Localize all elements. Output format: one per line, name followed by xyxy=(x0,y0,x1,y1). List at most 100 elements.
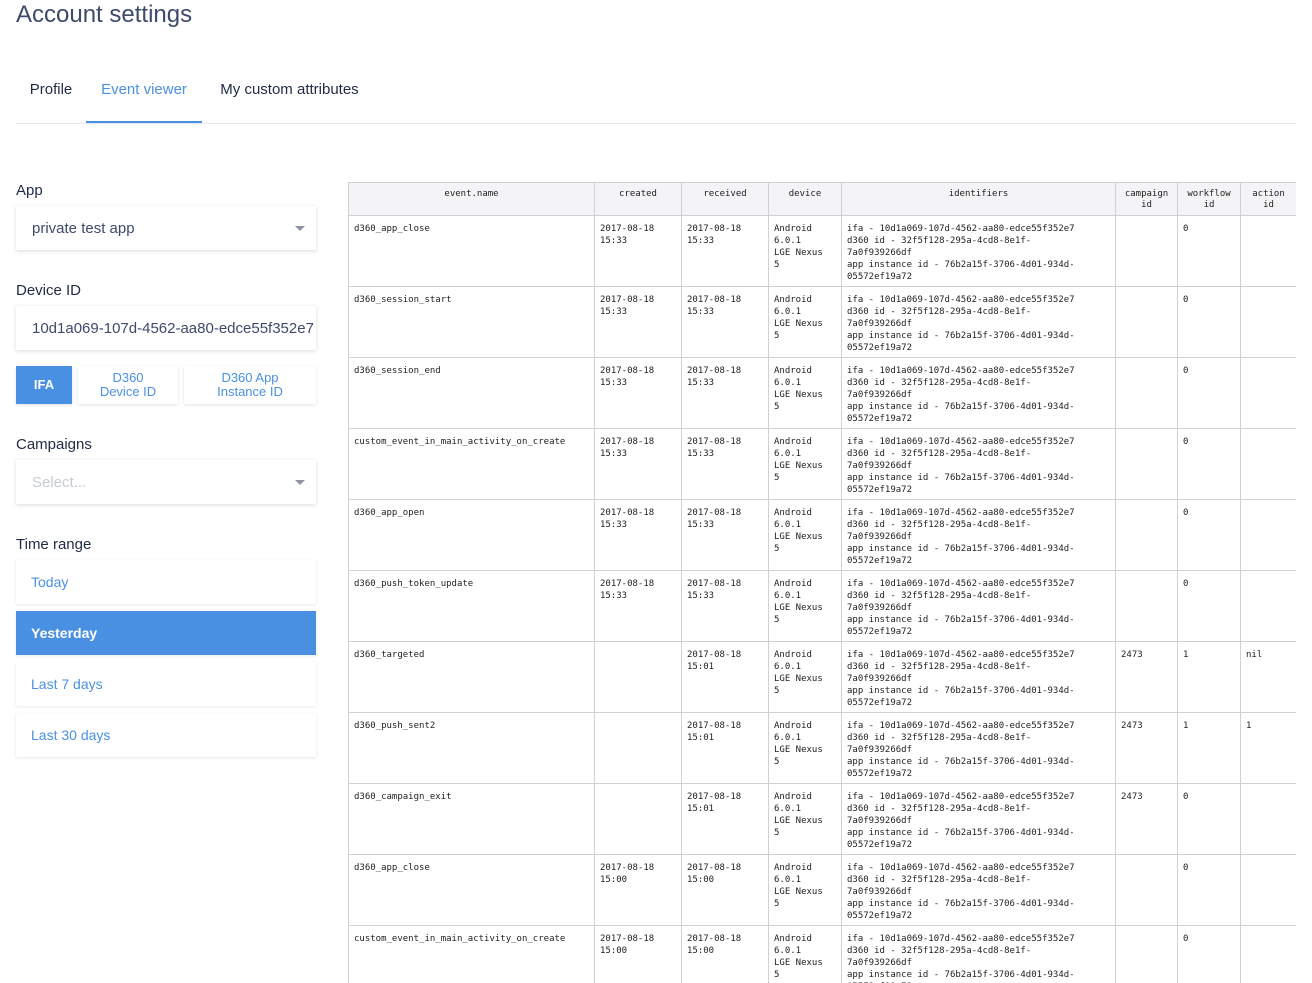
action-id-cell xyxy=(1240,854,1296,926)
identifier-line: 05572ef19a72 xyxy=(847,769,913,779)
device-cell: Android 6.0.1 LGE Nexus 5 xyxy=(768,712,842,784)
identifier-line: ifa - 10d1a069-107d-4562-aa80-edce55f352… xyxy=(847,579,1075,589)
identifier-line: app instance id - 76b2a15f-3706-4d01-934… xyxy=(847,615,1075,625)
identifier-line: 05572ef19a72 xyxy=(847,911,913,921)
created-time: 15:00 xyxy=(600,875,628,885)
time-range-last-7-days[interactable]: Last 7 days xyxy=(16,662,316,706)
column-header-text: id xyxy=(1203,200,1215,210)
table-row[interactable]: d360_campaign_exit 2017-08-18 15:01 Android… xyxy=(348,783,1296,855)
device-line: Android xyxy=(774,792,812,802)
table-row[interactable]: custom_event_in_main_activity_on_create 2… xyxy=(348,925,1296,983)
created-cell: 2017-08-18 15:33 xyxy=(594,357,682,429)
app-select[interactable]: private test app xyxy=(16,206,316,250)
received-time: 15:33 xyxy=(687,307,715,317)
time-range-today[interactable]: Today xyxy=(16,560,316,604)
time-range-label: Time range xyxy=(16,536,92,553)
table-row[interactable]: custom_event_in_main_activity_on_create 2… xyxy=(348,428,1296,500)
created-time: 15:33 xyxy=(600,378,628,388)
page-title: Account settings xyxy=(16,1,193,28)
device-line: LGE Nexus xyxy=(774,532,823,542)
created-time: 15:33 xyxy=(600,449,628,459)
campaigns-select[interactable]: Select... xyxy=(16,460,316,504)
created-time: 15:33 xyxy=(600,520,628,530)
device-line: 6.0.1 xyxy=(774,591,802,601)
identifier-line: app instance id - 76b2a15f-3706-4d01-934… xyxy=(847,331,1075,341)
event-table-container[interactable]: event.name created received device identifie… xyxy=(348,182,1296,983)
received-time: 15:00 xyxy=(687,875,715,885)
table-row[interactable]: d360_push_sent2 2017-08-18 15:01 Android 6.0… xyxy=(348,712,1296,784)
identifiers-cell: ifa - 10d1a069-107d-4562-aa80-edce55f352… xyxy=(841,428,1116,500)
received-date: 2017-08-18 xyxy=(687,650,742,660)
identifier-line: 7a0f939266df xyxy=(847,248,913,258)
created-cell: 2017-08-18 15:33 xyxy=(594,570,682,642)
campaign-id-cell xyxy=(1115,499,1178,571)
identifier-line: 7a0f939266df xyxy=(847,603,913,613)
identifier-line: 7a0f939266df xyxy=(847,674,913,684)
device-cell: Android 6.0.1 LGE Nexus 5 xyxy=(768,570,842,642)
received-cell: 2017-08-18 15:33 xyxy=(681,570,769,642)
received-date: 2017-08-18 xyxy=(687,792,742,802)
identifier-line: d360 id - 32f5f128-295a-4cd8-8e1f- xyxy=(847,520,1032,530)
identifier-line: ifa - 10d1a069-107d-4562-aa80-edce55f352… xyxy=(847,437,1075,447)
device-line: 6.0.1 xyxy=(774,449,802,459)
column-header-event-name: event.name xyxy=(348,182,595,216)
table-row[interactable]: d360_push_token_update 2017-08-18 15:33 201… xyxy=(348,570,1296,642)
event-name-cell: d360_app_close xyxy=(348,215,595,287)
device-line: Android xyxy=(774,650,812,660)
event-name-cell: custom_event_in_main_activity_on_create xyxy=(348,925,595,983)
ifa-button[interactable]: IFA xyxy=(16,366,72,404)
time-range-last-30-days[interactable]: Last 30 days xyxy=(16,713,316,757)
created-cell: 2017-08-18 15:33 xyxy=(594,215,682,287)
workflow-id: 0 xyxy=(1183,224,1189,234)
identifier-line: app instance id - 76b2a15f-3706-4d01-934… xyxy=(847,899,1075,909)
received-cell: 2017-08-18 15:33 xyxy=(681,499,769,571)
table-row[interactable]: d360_targeted 2017-08-18 15:01 Android 6.0.1… xyxy=(348,641,1296,713)
tab-my-custom-attributes[interactable]: My custom attributes xyxy=(202,60,377,122)
event-name: d360_targeted xyxy=(354,650,425,660)
device-id-input[interactable]: 10d1a069-107d-4562-aa80-edce55f352e7 xyxy=(16,306,316,350)
created-time: 15:33 xyxy=(600,591,628,601)
event-name: d360_push_sent2 xyxy=(354,721,436,731)
table-row[interactable]: d360_app_close 2017-08-18 15:33 2017-08-18 1… xyxy=(348,215,1296,287)
device-line: 5 xyxy=(774,473,780,483)
received-cell: 2017-08-18 15:33 xyxy=(681,215,769,287)
created-cell xyxy=(594,783,682,855)
device-line: 6.0.1 xyxy=(774,662,802,672)
tab-event-viewer[interactable]: Event viewer xyxy=(86,60,202,123)
time-range-yesterday[interactable]: Yesterday xyxy=(16,611,316,655)
device-line: Android xyxy=(774,579,812,589)
table-row[interactable]: d360_app_open 2017-08-18 15:33 2017-08-18 15… xyxy=(348,499,1296,571)
created-cell: 2017-08-18 15:00 xyxy=(594,925,682,983)
event-name: custom_event_in_main_activity_on_create xyxy=(354,934,566,944)
device-id-label: Device ID xyxy=(16,282,82,299)
table-row[interactable]: d360_session_start 2017-08-18 15:33 2017-08… xyxy=(348,286,1296,358)
device-line: Android xyxy=(774,366,812,376)
received-date: 2017-08-18 xyxy=(687,366,742,376)
table-row[interactable]: d360_session_end 2017-08-18 15:33 2017-08-1… xyxy=(348,357,1296,429)
tab-profile[interactable]: Profile xyxy=(16,60,86,122)
campaign-id-cell xyxy=(1115,570,1178,642)
identifier-line: ifa - 10d1a069-107d-4562-aa80-edce55f352… xyxy=(847,863,1075,873)
device-line: LGE Nexus xyxy=(774,674,823,684)
d360-device-id-button[interactable]: D360 Device ID xyxy=(78,366,178,404)
device-cell: Android 6.0.1 LGE Nexus 5 xyxy=(768,854,842,926)
received-time: 15:33 xyxy=(687,449,715,459)
created-date: 2017-08-18 xyxy=(600,366,655,376)
d360-app-instance-id-button[interactable]: D360 App Instance ID xyxy=(184,366,316,404)
created-cell xyxy=(594,712,682,784)
device-line: Android xyxy=(774,224,812,234)
received-time: 15:33 xyxy=(687,591,715,601)
identifier-line: ifa - 10d1a069-107d-4562-aa80-edce55f352… xyxy=(847,792,1075,802)
received-date: 2017-08-18 xyxy=(687,579,742,589)
action-id-cell xyxy=(1240,925,1296,983)
identifier-line: 7a0f939266df xyxy=(847,319,913,329)
table-row[interactable]: d360_app_close 2017-08-18 15:00 2017-08-18 1… xyxy=(348,854,1296,926)
identifier-line: 7a0f939266df xyxy=(847,816,913,826)
created-date: 2017-08-18 xyxy=(600,224,655,234)
device-line: Android xyxy=(774,721,812,731)
app-label: App xyxy=(16,182,43,199)
created-date: 2017-08-18 xyxy=(600,295,655,305)
device-line: 5 xyxy=(774,686,780,696)
identifier-line: d360 id - 32f5f128-295a-4cd8-8e1f- xyxy=(847,236,1032,246)
campaign-id: 2473 xyxy=(1121,792,1143,802)
